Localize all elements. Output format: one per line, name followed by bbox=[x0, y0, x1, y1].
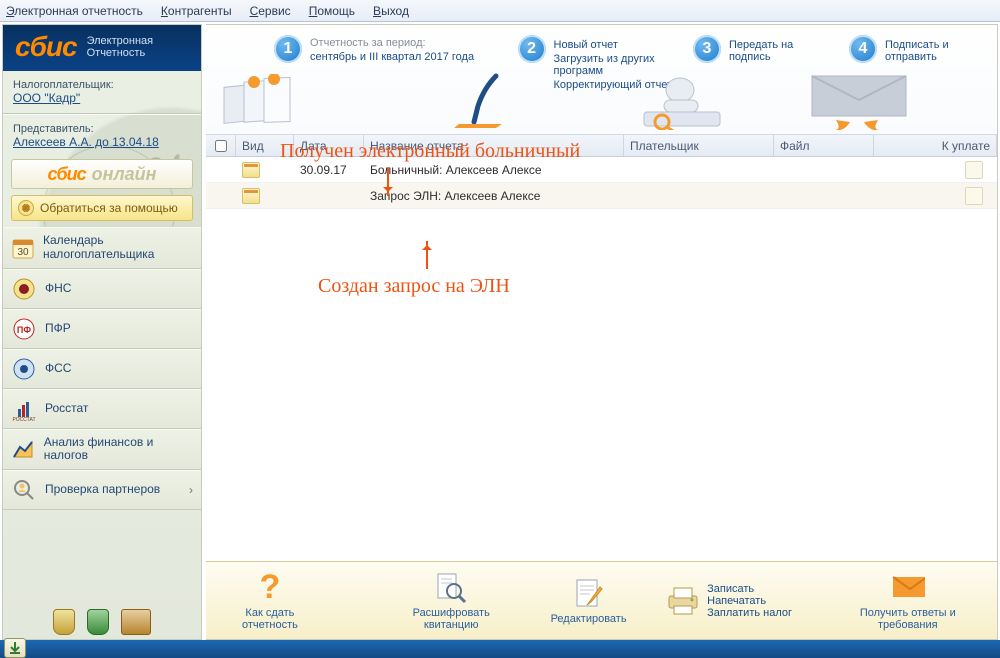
col-name[interactable]: Название отчета bbox=[364, 135, 624, 156]
magnifier-person-icon bbox=[11, 477, 37, 503]
tool-paytax-link[interactable]: Заплатить налог bbox=[707, 607, 792, 619]
col-pay[interactable]: К уплате bbox=[874, 135, 997, 156]
clerk-illustration-icon bbox=[640, 70, 726, 130]
sidebar-item-fns[interactable]: ФНС bbox=[3, 269, 201, 309]
col-date[interactable]: Дата bbox=[294, 135, 364, 156]
download-button[interactable] bbox=[4, 638, 26, 658]
envelope-arrow-icon bbox=[891, 571, 925, 605]
step-number-3: 3 bbox=[693, 35, 721, 63]
logo-subtitle: ЭлектроннаяОтчетность bbox=[87, 35, 154, 59]
doc-icon bbox=[242, 162, 260, 178]
step2-new-report-link[interactable]: Новый отчет bbox=[554, 39, 677, 51]
question-icon: ? bbox=[253, 571, 287, 605]
taxpayer-block: Налогоплательщик: ООО "Кадр" bbox=[3, 71, 201, 109]
sidebar-item-pfr[interactable]: ПФ ПФР bbox=[3, 309, 201, 349]
books-illustration-icon bbox=[218, 74, 298, 130]
tool-get-answers[interactable]: Получить ответы и требования bbox=[829, 571, 987, 631]
chart-icon bbox=[11, 436, 36, 462]
select-all-checkbox[interactable] bbox=[215, 140, 227, 152]
badge-icon bbox=[87, 609, 109, 635]
table-row[interactable]: 30.09.17 Больничный: Алексеев Алексе bbox=[206, 157, 997, 183]
sidebar: сбис ЭлектроннаяОтчетность Налогоплатель… bbox=[2, 24, 202, 640]
sidebar-item-rosstat[interactable]: РОССТАТ Росстат bbox=[3, 389, 201, 429]
annotation-bottom: Создан запрос на ЭЛН bbox=[318, 275, 510, 298]
rosstat-emblem-icon: РОССТАТ bbox=[11, 396, 37, 422]
taxpayer-label: Налогоплательщик: bbox=[13, 79, 191, 91]
col-payer[interactable]: Плательщик bbox=[624, 135, 774, 156]
sidebar-item-analysis[interactable]: Анализ финансов и налогов bbox=[3, 429, 201, 471]
logo-brand: сбис bbox=[15, 31, 77, 63]
step4-sign-send-link[interactable]: Подписать и отправить bbox=[885, 39, 989, 63]
representative-label: Представитель: bbox=[13, 123, 191, 135]
step3-send-sign-link[interactable]: Передать на подпись bbox=[729, 39, 833, 63]
sidebar-item-partners[interactable]: Проверка партнеров › bbox=[3, 470, 201, 510]
pfr-emblem-icon: ПФ bbox=[11, 316, 37, 342]
fss-emblem-icon bbox=[11, 356, 37, 382]
sidebar-item-fss[interactable]: ФСС bbox=[3, 349, 201, 389]
col-vid[interactable]: Вид bbox=[236, 135, 294, 156]
step-bar: 1 Отчетность за период: сентябрь и III к… bbox=[206, 25, 997, 135]
tool-print-link[interactable]: Напечатать bbox=[707, 595, 766, 607]
main-panel: 1 Отчетность за период: сентябрь и III к… bbox=[206, 24, 998, 640]
col-file[interactable]: Файл bbox=[774, 135, 874, 156]
envelope-illustration-icon bbox=[806, 66, 916, 130]
svg-text:РОССТАТ: РОССТАТ bbox=[12, 417, 35, 421]
row-action-icon[interactable] bbox=[965, 187, 983, 205]
edit-doc-icon bbox=[572, 577, 606, 611]
menu-item-contragents[interactable]: Контрагенты bbox=[161, 4, 232, 18]
menubar: Электронная отчетность Контрагенты Серви… bbox=[0, 0, 1000, 22]
representative-name[interactable]: Алексеев А.А. до 13.04.18 bbox=[13, 135, 191, 149]
doc-icon bbox=[242, 188, 260, 204]
row-name: Больничный: Алексеев Алексе bbox=[364, 163, 624, 177]
row-date: 30.09.17 bbox=[294, 163, 364, 177]
step-number-2: 2 bbox=[518, 35, 546, 63]
badge-icon bbox=[53, 609, 75, 635]
help-button[interactable]: ✺ Обратиться за помощью bbox=[11, 195, 193, 221]
menu-item-service[interactable]: Сервис bbox=[250, 4, 291, 18]
magnifier-doc-icon bbox=[434, 571, 468, 605]
table-header: Вид Дата Название отчета Плательщик Файл… bbox=[206, 135, 997, 157]
bottom-toolbar: ? Как сдать отчетность Расшифровать квит… bbox=[206, 561, 997, 639]
calendar-icon: 30 bbox=[11, 235, 35, 261]
chevron-right-icon: › bbox=[189, 483, 193, 497]
tool-actions-list: Записать Напечатать Заплатить налог bbox=[659, 583, 799, 619]
printer-icon bbox=[665, 584, 699, 618]
svg-text:30: 30 bbox=[17, 247, 29, 258]
tool-howto[interactable]: ? Как сдать отчетность bbox=[216, 571, 324, 631]
sbis-online-button[interactable]: сбис онлайн bbox=[11, 159, 193, 189]
row-name: Запрос ЭЛН: Алексеев Алексе bbox=[364, 189, 624, 203]
step-number-1: 1 bbox=[274, 35, 302, 63]
badge-icon bbox=[121, 609, 151, 635]
app-statusbar bbox=[0, 640, 1000, 658]
step1-period-link[interactable]: сентябрь и III квартал 2017 года bbox=[310, 51, 474, 63]
tool-edit[interactable]: Редактировать bbox=[549, 577, 629, 625]
menu-item-exit[interactable]: Выход bbox=[373, 4, 409, 18]
menu-item-reporting[interactable]: Электронная отчетность bbox=[6, 4, 143, 18]
tool-save-link[interactable]: Записать bbox=[707, 583, 754, 595]
target-icon: ✺ bbox=[18, 200, 34, 216]
menu-item-help[interactable]: Помощь bbox=[309, 4, 355, 18]
svg-text:ПФ: ПФ bbox=[17, 325, 31, 335]
tool-decrypt[interactable]: Расшифровать квитанцию bbox=[384, 571, 519, 631]
fns-emblem-icon bbox=[11, 276, 37, 302]
sidebar-item-calendar[interactable]: 30 Календарь налогоплательщика bbox=[3, 227, 201, 269]
pen-illustration-icon bbox=[454, 72, 506, 130]
table-row[interactable]: Запрос ЭЛН: Алексеев Алексе bbox=[206, 183, 997, 209]
taxpayer-name[interactable]: ООО "Кадр" bbox=[13, 91, 191, 105]
step-number-4: 4 bbox=[849, 35, 877, 63]
arrow-up-icon bbox=[426, 241, 428, 269]
arrow-down-icon bbox=[387, 168, 389, 196]
row-action-icon[interactable] bbox=[965, 161, 983, 179]
representative-block: Представитель: Алексеев А.А. до 13.04.18 bbox=[3, 119, 201, 153]
step1-label: Отчетность за период: bbox=[310, 37, 426, 49]
sidebar-footer-badges bbox=[3, 609, 201, 635]
logo: сбис ЭлектроннаяОтчетность bbox=[3, 25, 201, 71]
